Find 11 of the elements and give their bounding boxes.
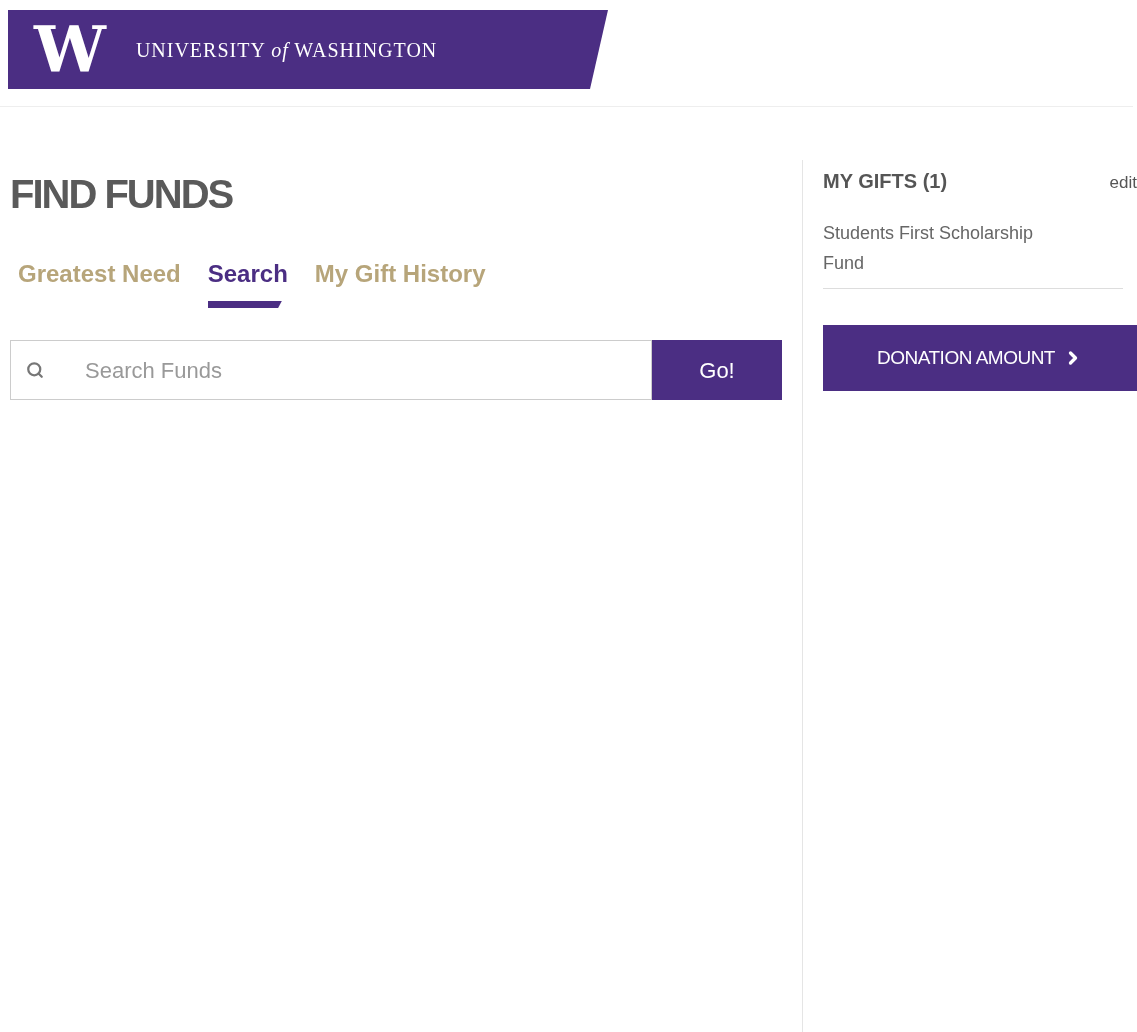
tab[interactable]: Search <box>207 256 288 308</box>
wordmark: UNIVERSITY of WASHINGTON <box>135 37 438 64</box>
gift-item: Students First Scholarship Fund <box>823 218 1123 289</box>
page-title: FIND FUNDS <box>10 174 234 214</box>
logo-letter: W <box>34 17 106 82</box>
search-field[interactable]: Search Funds <box>10 340 652 400</box>
edit-link[interactable]: edit <box>1109 170 1137 196</box>
search-icon <box>26 361 44 379</box>
gifts-title: MY GIFTS (1) <box>823 169 948 194</box>
donation-amount-button[interactable]: DONATION AMOUNT <box>823 325 1137 391</box>
go-button[interactable]: Go! <box>652 340 782 400</box>
